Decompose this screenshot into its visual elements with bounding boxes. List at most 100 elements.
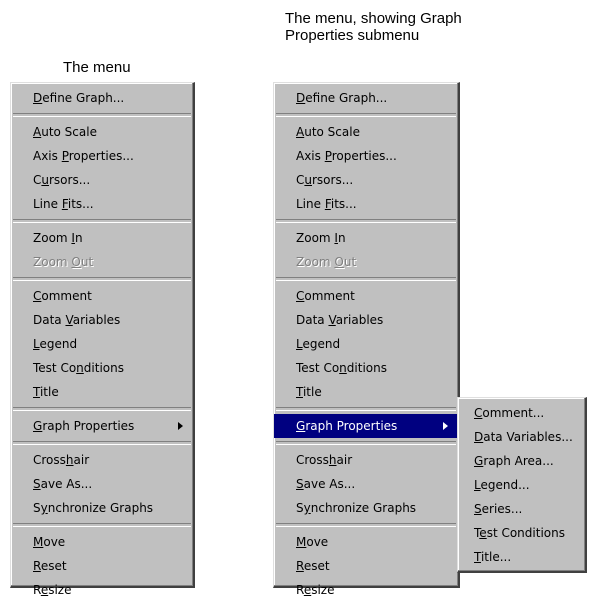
menu-item-data-variables[interactable]: Data Variables xyxy=(11,308,193,332)
menu-item-label: Axis Properties... xyxy=(296,149,397,163)
menu-item-label: Resize xyxy=(296,583,335,597)
menu-item-line-fits[interactable]: Line Fits... xyxy=(11,192,193,216)
menu-item-label: Axis Properties... xyxy=(33,149,134,163)
menu-item-data-variables[interactable]: Data Variables... xyxy=(458,425,585,449)
menu-item-move[interactable]: Move xyxy=(11,530,193,554)
menu-item-comment[interactable]: Comment xyxy=(274,284,458,308)
menu-item-title[interactable]: Title... xyxy=(458,545,585,569)
menu-item-label: Data Variables xyxy=(296,313,384,327)
context-menu-right: Define Graph... Auto Scale Axis Properties… xyxy=(273,82,460,597)
menu-item-label: Reset xyxy=(33,559,67,573)
menu-item-cursors[interactable]: Cursors... xyxy=(274,168,458,192)
menu-item-zoom-out: Zoom Out xyxy=(11,250,193,274)
menu-item-define-graph[interactable]: Define Graph... xyxy=(11,86,193,110)
menu-item-label: Test Conditions xyxy=(33,361,124,375)
context-menu-left: Define Graph... Auto Scale Axis Properties… xyxy=(10,82,195,597)
menu-item-label: Series... xyxy=(474,502,523,516)
menu-item-axis-properties[interactable]: Axis Properties... xyxy=(274,144,458,168)
menu-item-label: Crosshair xyxy=(33,453,90,467)
menu-item-graph-properties[interactable]: Graph Properties xyxy=(11,414,193,438)
menu-item-label: Move xyxy=(33,535,66,549)
menu-item-save-as[interactable]: Save As... xyxy=(274,472,458,496)
menu-item-comment[interactable]: Comment... xyxy=(458,401,585,425)
menu-item-label: Define Graph... xyxy=(296,91,388,105)
menu-item-label: Auto Scale xyxy=(33,125,97,139)
menu-item-label: Legend... xyxy=(474,478,530,492)
menu-item-test-conditions[interactable]: Test Conditions xyxy=(11,356,193,380)
menu-item-label: Line Fits... xyxy=(296,197,357,211)
menu-separator xyxy=(13,113,191,117)
menu-item-label: Crosshair xyxy=(296,453,353,467)
menu-item-label: Line Fits... xyxy=(33,197,94,211)
menu-separator xyxy=(13,219,191,223)
menu-item-auto-scale[interactable]: Auto Scale xyxy=(274,120,458,144)
menu-item-label: Test Conditions xyxy=(474,526,565,540)
menu-item-test-conditions[interactable]: Test Conditions xyxy=(458,521,585,545)
menu-item-label: Graph Properties xyxy=(33,419,135,433)
menu-item-define-graph[interactable]: Define Graph... xyxy=(274,86,458,110)
menu-item-series[interactable]: Series... xyxy=(458,497,585,521)
menu-item-crosshair[interactable]: Crosshair xyxy=(274,448,458,472)
menu-item-resize[interactable]: Resize xyxy=(274,578,458,602)
menu-separator xyxy=(13,441,191,445)
menu-separator xyxy=(13,277,191,281)
menu-item-resize[interactable]: Resize xyxy=(11,578,193,602)
menu-item-zoom-in[interactable]: Zoom In xyxy=(11,226,193,250)
menu-item-label: Auto Scale xyxy=(296,125,360,139)
submenu-arrow-icon xyxy=(178,422,183,430)
menu-item-label: Graph Properties xyxy=(296,419,398,433)
menu-item-label: Define Graph... xyxy=(33,91,125,105)
menu-separator xyxy=(276,219,456,223)
graph-properties-submenu: Comment... Data Variables... Graph Area...… xyxy=(457,397,587,573)
caption-right: The menu, showing Graph Properties subme… xyxy=(285,10,462,44)
menu-item-legend[interactable]: Legend... xyxy=(458,473,585,497)
menu-item-synchronize-graphs[interactable]: Synchronize Graphs xyxy=(11,496,193,520)
menu-item-move[interactable]: Move xyxy=(274,530,458,554)
menu-item-label: Title xyxy=(296,385,322,399)
menu-item-save-as[interactable]: Save As... xyxy=(11,472,193,496)
menu-item-reset[interactable]: Reset xyxy=(274,554,458,578)
menu-item-label: Zoom In xyxy=(296,231,346,245)
submenu-arrow-icon xyxy=(443,422,448,430)
menu-item-label: Comment xyxy=(296,289,355,303)
menu-item-label: Resize xyxy=(33,583,72,597)
menu-item-label: Legend xyxy=(33,337,78,351)
menu-item-label: Zoom In xyxy=(33,231,83,245)
menu-item-zoom-in[interactable]: Zoom In xyxy=(274,226,458,250)
menu-item-synchronize-graphs[interactable]: Synchronize Graphs xyxy=(274,496,458,520)
menu-item-label: Title... xyxy=(474,550,512,564)
menu-item-data-variables[interactable]: Data Variables xyxy=(274,308,458,332)
menu-item-cursors[interactable]: Cursors... xyxy=(11,168,193,192)
menu-item-test-conditions[interactable]: Test Conditions xyxy=(274,356,458,380)
menu-separator xyxy=(276,407,456,411)
menu-item-title[interactable]: Title xyxy=(11,380,193,404)
menu-separator xyxy=(276,523,456,527)
menu-item-label: Legend xyxy=(296,337,341,351)
menu-item-comment[interactable]: Comment xyxy=(11,284,193,308)
caption-left: The menu xyxy=(63,59,131,76)
menu-item-label: Comment xyxy=(33,289,92,303)
menu-item-legend[interactable]: Legend xyxy=(274,332,458,356)
menu-item-label: Move xyxy=(296,535,329,549)
menu-item-graph-area[interactable]: Graph Area... xyxy=(458,449,585,473)
menu-item-crosshair[interactable]: Crosshair xyxy=(11,448,193,472)
menu-item-label: Data Variables... xyxy=(474,430,573,444)
menu-item-line-fits[interactable]: Line Fits... xyxy=(274,192,458,216)
menu-item-reset[interactable]: Reset xyxy=(11,554,193,578)
menu-item-label: Comment... xyxy=(474,406,545,420)
menu-item-axis-properties[interactable]: Axis Properties... xyxy=(11,144,193,168)
menu-item-label: Zoom Out xyxy=(296,255,357,269)
menu-separator xyxy=(276,113,456,117)
menu-separator xyxy=(13,523,191,527)
menu-item-title[interactable]: Title xyxy=(274,380,458,404)
menu-item-zoom-out: Zoom Out xyxy=(274,250,458,274)
menu-item-label: Title xyxy=(33,385,59,399)
menu-item-graph-properties[interactable]: Graph Properties xyxy=(274,414,458,438)
menu-item-label: Cursors... xyxy=(33,173,91,187)
menu-item-legend[interactable]: Legend xyxy=(11,332,193,356)
menu-item-label: Reset xyxy=(296,559,330,573)
menu-item-auto-scale[interactable]: Auto Scale xyxy=(11,120,193,144)
menu-item-label: Save As... xyxy=(296,477,356,491)
menu-item-label: Data Variables xyxy=(33,313,121,327)
menu-separator xyxy=(276,277,456,281)
